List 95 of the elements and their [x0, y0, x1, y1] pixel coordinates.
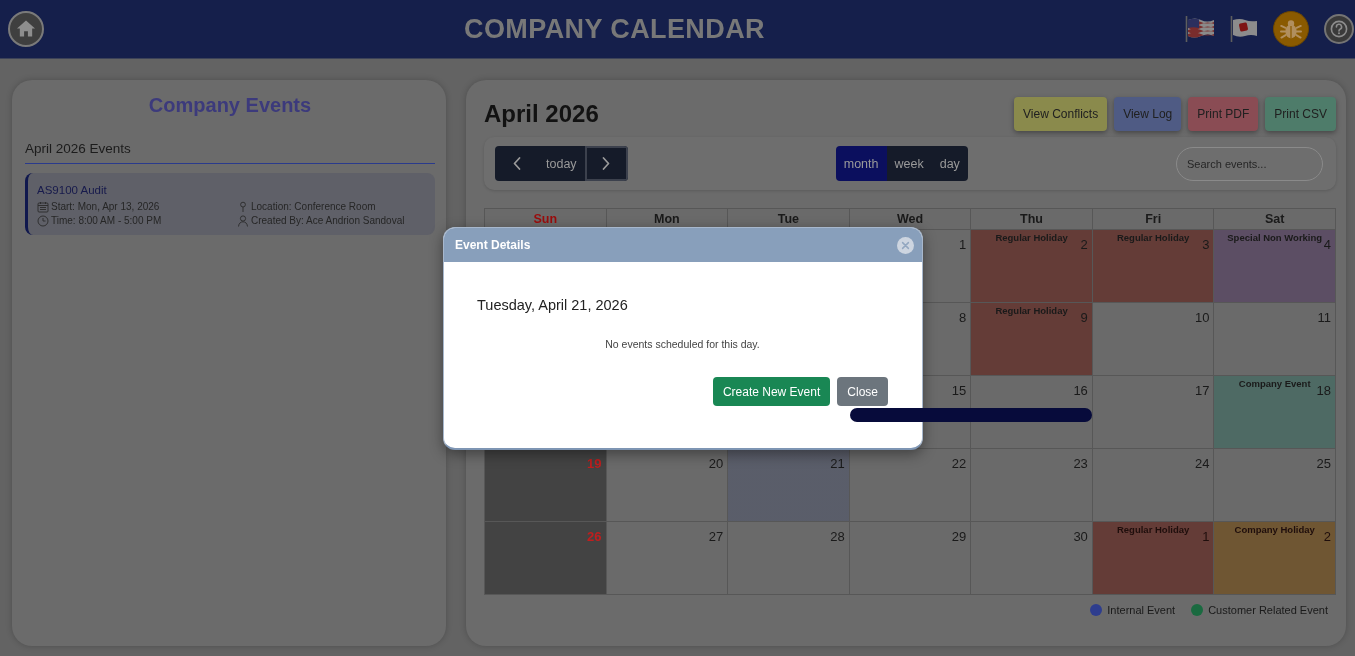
japan-flag-icon[interactable] — [1230, 15, 1258, 43]
dialog-message: No events scheduled for this day. — [604, 337, 761, 351]
day-number: 27 — [708, 529, 724, 544]
event-title: AS9100 Audit — [37, 183, 108, 197]
view-tab[interactable]: day — [931, 146, 968, 181]
day-cell[interactable]: Regular Holiday 9 — [971, 303, 1093, 376]
day-number: 23 — [1073, 456, 1088, 471]
primary-button[interactable]: Create New Event — [712, 377, 831, 406]
calendar-icon — [37, 201, 49, 213]
event-label: Special Non Working — [1227, 232, 1323, 243]
event-card[interactable]: AS9100 Audit Start: Mon, Apr 13, 2026 Location: Conference Room Time: 8:00 AM - 5:00 PM Created By: Ace Andrion Sandoval — [25, 173, 435, 235]
search-field[interactable]: Search events... — [1176, 146, 1323, 181]
day-cell[interactable]: 23 — [971, 449, 1093, 522]
day-number: 2 — [1323, 529, 1331, 544]
weekday-header: Fri — [1092, 209, 1215, 230]
day-number: 15 — [951, 383, 967, 398]
day-number: 30 — [1073, 529, 1088, 544]
day-cell[interactable]: Regular Holiday 3 — [1092, 230, 1215, 303]
day-number: 21 — [830, 456, 845, 471]
legend-label: Internal Event — [1107, 603, 1176, 617]
day-number: 28 — [830, 529, 845, 544]
help-button[interactable] — [1324, 14, 1354, 44]
view-tab[interactable]: week — [886, 146, 932, 181]
day-number: 29 — [951, 529, 967, 544]
us-flag-icon[interactable] — [1185, 15, 1215, 43]
day-cell[interactable]: Company Event 18 — [1214, 376, 1336, 449]
day-number: 1 — [1202, 529, 1210, 544]
day-cell[interactable]: 22 — [849, 449, 972, 522]
event-label: Regular Holiday — [995, 232, 1068, 243]
day-number: 8 — [959, 310, 967, 325]
person-icon — [237, 215, 249, 227]
day-cell[interactable]: 10 — [1092, 303, 1215, 376]
secondary-button[interactable]: Close — [837, 377, 888, 406]
day-number: 3 — [1202, 237, 1210, 252]
today-button[interactable]: today — [538, 146, 585, 181]
toolbar-button[interactable]: View Conflicts — [1014, 97, 1108, 131]
weekday-header: Sat — [1214, 209, 1336, 230]
event-time: Time: 8:00 AM - 5:00 PM — [51, 214, 162, 228]
day-cell[interactable]: 27 — [606, 522, 729, 595]
day-number: 17 — [1194, 383, 1210, 398]
view-tab[interactable]: month — [835, 146, 887, 181]
dialog-title: Event Details — [455, 238, 531, 252]
day-number: 4 — [1323, 237, 1331, 252]
day-number: 25 — [1316, 456, 1331, 471]
event-label: Company Event — [1238, 378, 1311, 389]
day-number: 9 — [1080, 310, 1088, 325]
event-location: Location: Conference Room — [251, 200, 376, 214]
toolbar-button[interactable]: View Log — [1114, 97, 1182, 131]
day-cell[interactable]: 21 — [728, 449, 850, 522]
pin-icon — [237, 201, 249, 213]
day-cell[interactable]: 29 — [849, 522, 972, 595]
day-number: 26 — [587, 529, 602, 544]
event-label: Regular Holiday — [995, 305, 1068, 316]
section-heading: April 2026 Events — [25, 140, 435, 164]
day-number: 11 — [1317, 310, 1331, 325]
dialog-date: Tuesday, April 21, 2026 — [477, 296, 629, 314]
app-title: COMPANY CALENDAR — [463, 13, 766, 45]
weekday-header: Thu — [971, 209, 1093, 230]
event-label: Regular Holiday — [1116, 524, 1190, 535]
day-number: 24 — [1194, 456, 1210, 471]
month-title: April 2026 — [484, 100, 599, 128]
chevron-left-icon — [512, 157, 521, 170]
day-number: 2 — [1080, 237, 1088, 252]
day-number: 20 — [708, 456, 724, 471]
event-start: Start: Mon, Apr 13, 2026 — [51, 200, 160, 214]
day-number: 22 — [951, 456, 967, 471]
day-number: 16 — [1073, 383, 1088, 398]
day-cell[interactable]: Company Holiday 2 — [1214, 522, 1336, 595]
legend-label: Customer Related Event — [1208, 603, 1328, 617]
day-cell[interactable]: 26 — [485, 522, 607, 595]
day-number: 18 — [1316, 383, 1331, 398]
day-cell[interactable]: 17 — [1092, 376, 1215, 449]
toolbar-button[interactable]: Print PDF — [1188, 97, 1259, 131]
day-cell[interactable]: 30 — [971, 522, 1093, 595]
day-cell[interactable]: 24 — [1092, 449, 1215, 522]
day-cell[interactable]: 20 — [606, 449, 729, 522]
event-label: Regular Holiday — [1116, 232, 1190, 243]
day-number: 1 — [959, 237, 967, 252]
clock-icon — [37, 215, 49, 227]
bug-icon — [1280, 18, 1302, 40]
day-number: 10 — [1194, 310, 1210, 325]
day-cell[interactable]: Regular Holiday 1 — [1092, 522, 1215, 595]
day-cell[interactable]: 28 — [728, 522, 850, 595]
day-cell[interactable]: 11 — [1214, 303, 1336, 376]
day-number: 19 — [587, 456, 602, 471]
bug-button[interactable] — [1273, 11, 1309, 47]
toolbar-button[interactable]: Print CSV — [1265, 97, 1336, 131]
home-button[interactable] — [8, 11, 44, 47]
help-icon — [1330, 20, 1348, 38]
day-cell[interactable]: Regular Holiday 2 — [971, 230, 1093, 303]
chevron-right-icon — [602, 157, 611, 170]
day-cell[interactable]: 25 — [1214, 449, 1336, 522]
event-label: Company Holiday — [1234, 524, 1315, 535]
home-icon — [16, 18, 36, 38]
event-creator: Created By: Ace Andrion Sandoval — [251, 214, 405, 228]
